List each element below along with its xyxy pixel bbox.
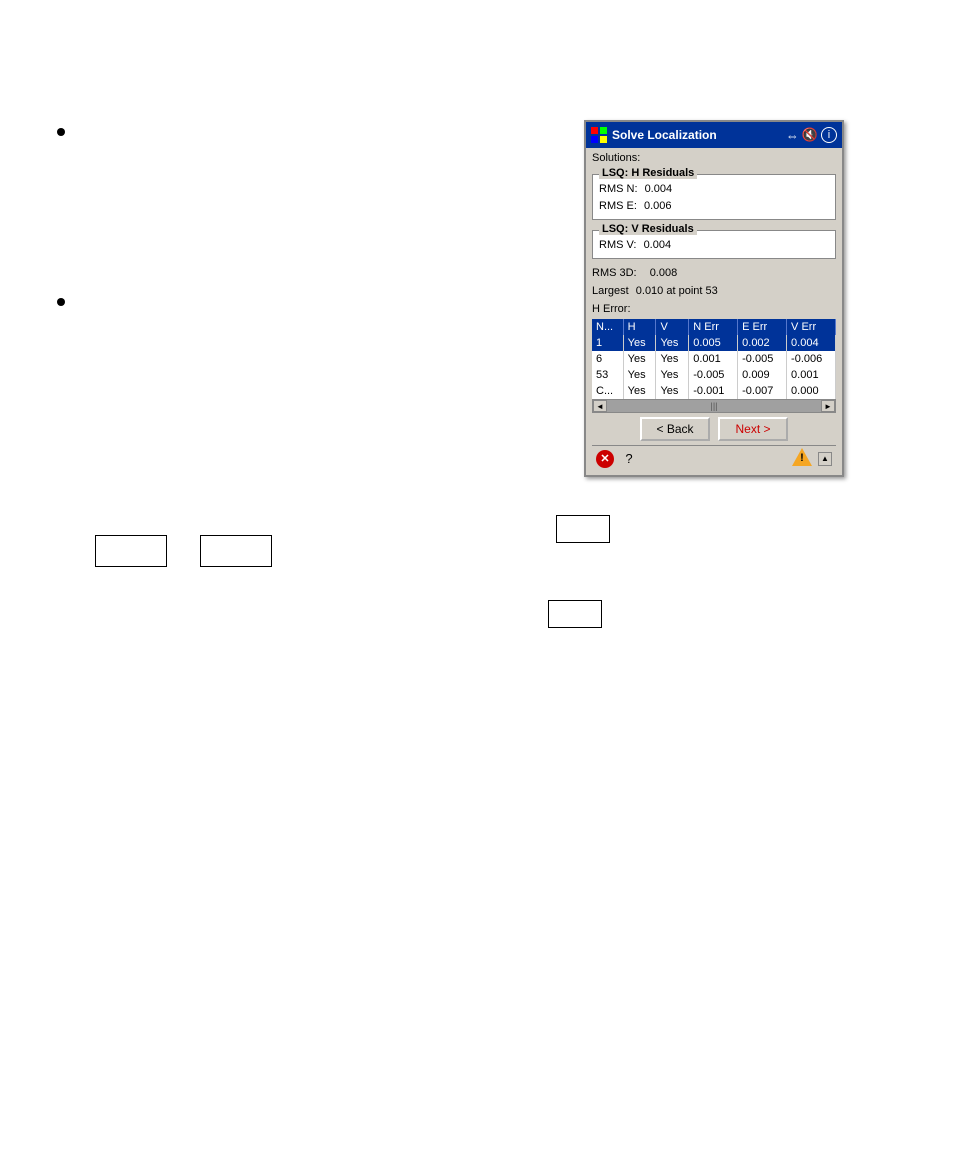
outline-box-4 — [548, 600, 602, 628]
table-row[interactable]: C... Yes Yes -0.001 -0.007 0.000 — [592, 383, 836, 399]
status-bar: ✕ ? ▲ — [592, 445, 836, 471]
cell-n: 1 — [592, 335, 623, 351]
horizontal-scrollbar[interactable]: ◄ ||| ► — [592, 399, 836, 413]
info-icon[interactable]: i — [821, 127, 837, 143]
cell-v-err: 0.000 — [787, 383, 836, 399]
scroll-right-button[interactable]: ► — [821, 400, 835, 412]
solve-localization-dialog: Solve Localization ⇔ 🔇 i Solutions: LSQ:… — [584, 120, 844, 477]
solutions-label: Solutions: — [592, 152, 836, 164]
col-h: H — [623, 319, 656, 335]
cell-h: Yes — [623, 335, 656, 351]
cell-h: Yes — [623, 383, 656, 399]
cell-n-err: -0.001 — [689, 383, 738, 399]
back-button[interactable]: < Back — [640, 417, 710, 441]
lsq-v-group: LSQ: V Residuals RMS V: 0.004 — [592, 230, 836, 259]
title-bar-left: Solve Localization — [591, 127, 717, 143]
cell-v: Yes — [656, 383, 689, 399]
warning-icon — [792, 448, 812, 466]
localization-table: N... H V N Err E Err V Err 1 Yes Yes 0.0… — [592, 319, 836, 399]
rms-n-value: 0.004 — [645, 183, 673, 195]
cell-n: C... — [592, 383, 623, 399]
logo-blue — [591, 136, 598, 143]
h-error-row: H Error: — [592, 301, 836, 318]
cell-n: 6 — [592, 351, 623, 367]
rms-3d-row: RMS 3D: 0.008 — [592, 265, 836, 282]
cell-n-err: 0.001 — [689, 351, 738, 367]
rms-e-row: RMS E: 0.006 — [599, 198, 829, 215]
largest-row: Largest 0.010 at point 53 — [592, 283, 836, 300]
table-row[interactable]: 1 Yes Yes 0.005 0.002 0.004 — [592, 335, 836, 351]
table-header-row: N... H V N Err E Err V Err — [592, 319, 836, 335]
col-n: N... — [592, 319, 623, 335]
cell-e-err: -0.007 — [738, 383, 787, 399]
largest-value: 0.010 at point 53 — [636, 285, 718, 297]
rms-v-value: 0.004 — [644, 239, 672, 251]
table-row[interactable]: 6 Yes Yes 0.001 -0.005 -0.006 — [592, 351, 836, 367]
scroll-up-button[interactable]: ▲ — [818, 452, 832, 466]
rms-e-label: RMS E: — [599, 200, 637, 212]
outline-box-2 — [200, 535, 272, 567]
col-v-err: V Err — [787, 319, 836, 335]
rms-n-label: RMS N: — [599, 183, 638, 195]
rms-v-row: RMS V: 0.004 — [599, 237, 829, 254]
cell-e-err: 0.009 — [738, 367, 787, 383]
rms-e-value: 0.006 — [644, 200, 672, 212]
rms-n-row: RMS N: 0.004 — [599, 181, 829, 198]
resize-icon[interactable]: ⇔ — [786, 128, 799, 143]
cell-e-err: 0.002 — [738, 335, 787, 351]
cell-v-err: -0.006 — [787, 351, 836, 367]
largest-label: Largest — [592, 285, 629, 297]
cell-v: Yes — [656, 335, 689, 351]
cell-v: Yes — [656, 351, 689, 367]
bullet-1 — [57, 128, 65, 136]
dialog-buttons: < Back Next > — [592, 417, 836, 441]
mute-icon[interactable]: 🔇 — [802, 127, 818, 143]
lsq-h-title: LSQ: H Residuals — [599, 167, 697, 179]
outline-box-3 — [556, 515, 610, 543]
h-error-label: H Error: — [592, 303, 631, 315]
warning-area — [792, 448, 812, 469]
windows-logo-icon — [591, 127, 607, 143]
cell-n: 53 — [592, 367, 623, 383]
cell-n-err: -0.005 — [689, 367, 738, 383]
dialog-title: Solve Localization — [612, 128, 717, 142]
title-bar-icons: ⇔ 🔇 i — [786, 127, 837, 143]
close-red-button[interactable]: ✕ — [596, 450, 614, 468]
scroll-left-button[interactable]: ◄ — [593, 400, 607, 412]
table-row[interactable]: 53 Yes Yes -0.005 0.009 0.001 — [592, 367, 836, 383]
cell-v: Yes — [656, 367, 689, 383]
lsq-v-title: LSQ: V Residuals — [599, 223, 697, 235]
rms-v-label: RMS V: — [599, 239, 637, 251]
next-button[interactable]: Next > — [718, 417, 788, 441]
dialog-title-bar: Solve Localization ⇔ 🔇 i — [586, 122, 842, 148]
cell-h: Yes — [623, 367, 656, 383]
cell-v-err: 0.001 — [787, 367, 836, 383]
cell-v-err: 0.004 — [787, 335, 836, 351]
bullet-2 — [57, 298, 65, 306]
dialog-body: Solutions: LSQ: H Residuals RMS N: 0.004… — [586, 148, 842, 475]
help-button[interactable]: ? — [620, 450, 638, 468]
cell-e-err: -0.005 — [738, 351, 787, 367]
lsq-h-group: LSQ: H Residuals RMS N: 0.004 RMS E: 0.0… — [592, 174, 836, 220]
rms-3d-value: 0.008 — [650, 267, 678, 279]
col-v: V — [656, 319, 689, 335]
col-n-err: N Err — [689, 319, 738, 335]
cell-n-err: 0.005 — [689, 335, 738, 351]
cell-h: Yes — [623, 351, 656, 367]
col-e-err: E Err — [738, 319, 787, 335]
scroll-track[interactable]: ||| — [607, 400, 821, 412]
logo-yellow — [600, 136, 607, 143]
rms-3d-label: RMS 3D: — [592, 267, 637, 279]
outline-box-1 — [95, 535, 167, 567]
